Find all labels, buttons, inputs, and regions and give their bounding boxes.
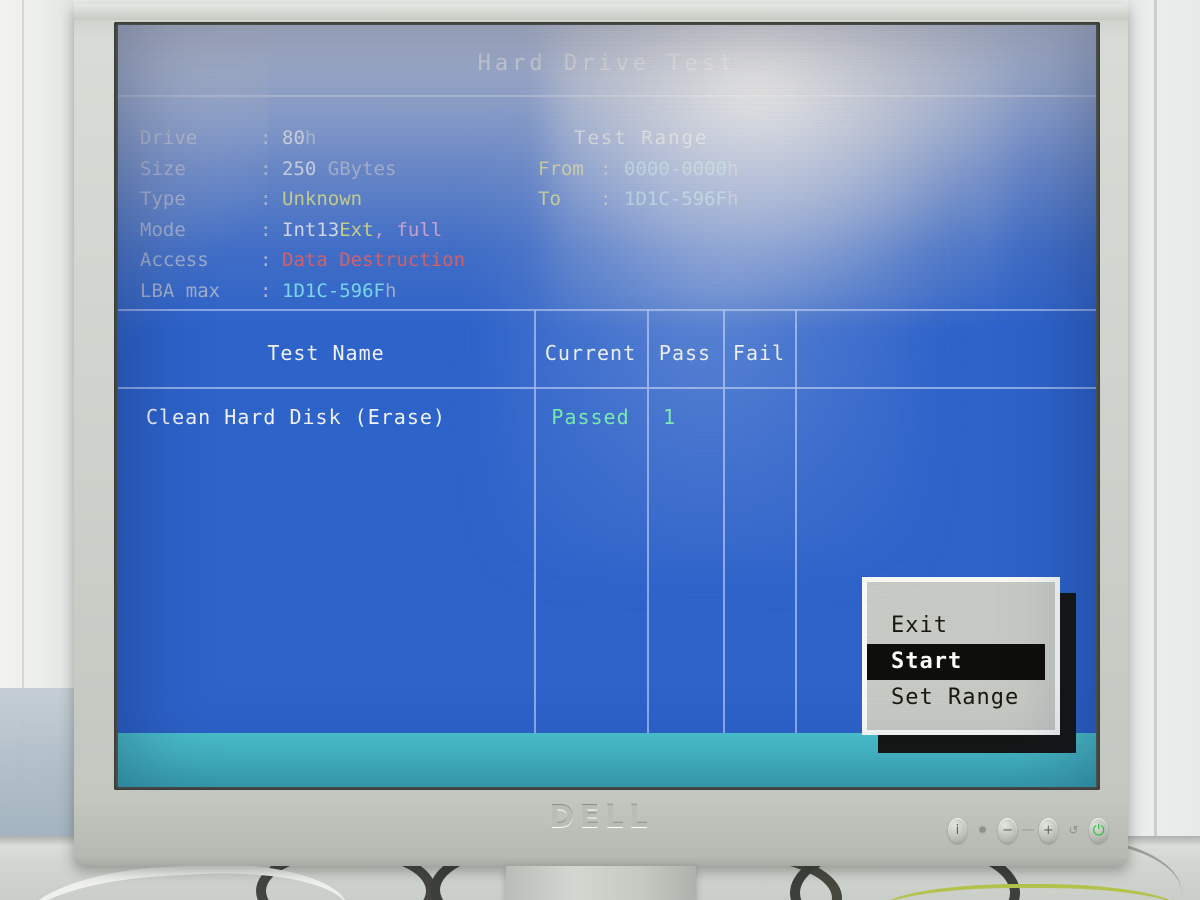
monitor-stand-neck bbox=[506, 866, 696, 900]
info-label-size: Size bbox=[140, 157, 186, 180]
info-label-access: Access bbox=[140, 249, 209, 271]
divider-table-header bbox=[118, 387, 1096, 389]
table-column-divider bbox=[534, 309, 536, 787]
table-column-divider bbox=[795, 309, 797, 787]
info-colon: : bbox=[600, 157, 612, 180]
info-row-lba-max: LBA max : 1D1C-596F h bbox=[140, 276, 465, 307]
table-cell-current: Passed bbox=[551, 405, 630, 429]
bezel-bottom-edge bbox=[74, 856, 1128, 866]
info-colon: : bbox=[260, 279, 272, 302]
info-value-size: 250 bbox=[282, 157, 317, 180]
info-suffix-lba-max: h bbox=[384, 279, 397, 302]
info-colon: : bbox=[260, 127, 272, 149]
info-suffix-size: GBytes bbox=[316, 157, 397, 180]
info-row-access: Access : Data Destruction bbox=[140, 245, 465, 276]
wall-seam-right bbox=[1154, 0, 1157, 852]
minus-button[interactable]: − bbox=[998, 817, 1017, 843]
info-label-mode: Mode bbox=[140, 218, 186, 241]
info-value-drive: 80 bbox=[282, 127, 305, 149]
plus-button[interactable]: + bbox=[1039, 817, 1058, 843]
menu-item-exit[interactable]: Exit bbox=[867, 608, 1055, 644]
info-value-access: Data Destruction bbox=[282, 249, 466, 271]
test-range-heading: Test Range bbox=[574, 127, 709, 149]
test-range-to-label: To bbox=[538, 188, 561, 210]
table-cell-pass: 1 bbox=[663, 405, 677, 429]
info-value-mode: Int13 bbox=[282, 218, 340, 241]
photo-scene: Hard Drive Test Drive : 80 h Size : 250 G… bbox=[0, 0, 1200, 900]
info-label-lba-max: LBA max bbox=[140, 279, 221, 302]
table-column-divider bbox=[647, 309, 649, 787]
test-range-from-label: From bbox=[538, 157, 584, 180]
test-range-to-row: To : 1D1C-596F h bbox=[538, 184, 738, 215]
info-colon: : bbox=[260, 188, 272, 210]
test-range-to-value: 1D1C-596F bbox=[624, 188, 727, 210]
info-row-size: Size : 250 GBytes bbox=[140, 154, 465, 185]
table-row: Clean Hard Disk (Erase) bbox=[146, 405, 446, 429]
wall-right bbox=[1128, 0, 1200, 852]
table-column-divider bbox=[723, 309, 725, 787]
test-range-panel: Test Range From : 0000-0000 h To : 1D1C-5… bbox=[538, 123, 738, 215]
divider-title bbox=[118, 95, 1096, 97]
info-value-mode-ext: Ext bbox=[339, 218, 374, 241]
test-range-from-row: From : 0000-0000 h bbox=[538, 154, 738, 185]
info-suffix-drive: h bbox=[304, 127, 317, 149]
action-menu: Exit Start Set Range bbox=[862, 577, 1060, 735]
info-colon: : bbox=[260, 218, 272, 241]
info-value-lba-max: 1D1C-596F bbox=[282, 279, 385, 302]
page-title: Hard Drive Test bbox=[477, 51, 737, 76]
table-header-test-name: Test Name bbox=[267, 341, 385, 365]
brightness-icon: ✹ bbox=[977, 823, 988, 837]
info-colon: : bbox=[260, 157, 272, 180]
screen: Hard Drive Test Drive : 80 h Size : 250 G… bbox=[118, 25, 1096, 787]
menu-item-set-range[interactable]: Set Range bbox=[867, 680, 1055, 716]
divider-table-top bbox=[118, 309, 1096, 311]
wall-panel-lower-left bbox=[0, 688, 74, 838]
test-range-from-suffix: h bbox=[726, 157, 739, 180]
dell-logo-text: DELL bbox=[549, 800, 653, 835]
bezel-top-highlight bbox=[74, 4, 1128, 20]
drive-info-panel: Drive : 80 h Size : 250 GBytes Type : Unk… bbox=[140, 123, 465, 306]
info-row-mode: Mode : Int13 Ext, full bbox=[140, 215, 465, 246]
info-value-mode-modifier: , full bbox=[373, 218, 443, 241]
info-row-type: Type : Unknown bbox=[140, 184, 465, 215]
table-header-fail: Fail bbox=[732, 341, 786, 365]
info-label-type: Type bbox=[140, 188, 186, 210]
table-header-current: Current bbox=[544, 341, 637, 365]
power-button[interactable]: ⏻ bbox=[1089, 817, 1108, 843]
info-colon: : bbox=[260, 249, 272, 271]
hard-drive-test-ui: Hard Drive Test Drive : 80 h Size : 250 G… bbox=[118, 25, 1096, 787]
info-value-type: Unknown bbox=[282, 188, 363, 210]
info-label-drive: Drive bbox=[140, 127, 198, 149]
info-button[interactable]: i bbox=[948, 817, 967, 843]
input-select-icon[interactable]: ↺ bbox=[1067, 818, 1081, 843]
test-range-from-value: 0000-0000 bbox=[624, 157, 727, 180]
button-connector bbox=[1022, 829, 1034, 831]
menu-item-start[interactable]: Start bbox=[867, 644, 1045, 680]
monitor-button-row[interactable]: i ✹ − + ↺ ⏻ bbox=[948, 812, 1108, 848]
table-header-pass: Pass bbox=[658, 341, 712, 365]
dell-monitor: Hard Drive Test Drive : 80 h Size : 250 G… bbox=[74, 4, 1128, 866]
info-row-drive: Drive : 80 h bbox=[140, 123, 465, 154]
test-range-to-suffix: h bbox=[726, 188, 739, 210]
info-colon: : bbox=[600, 188, 612, 210]
